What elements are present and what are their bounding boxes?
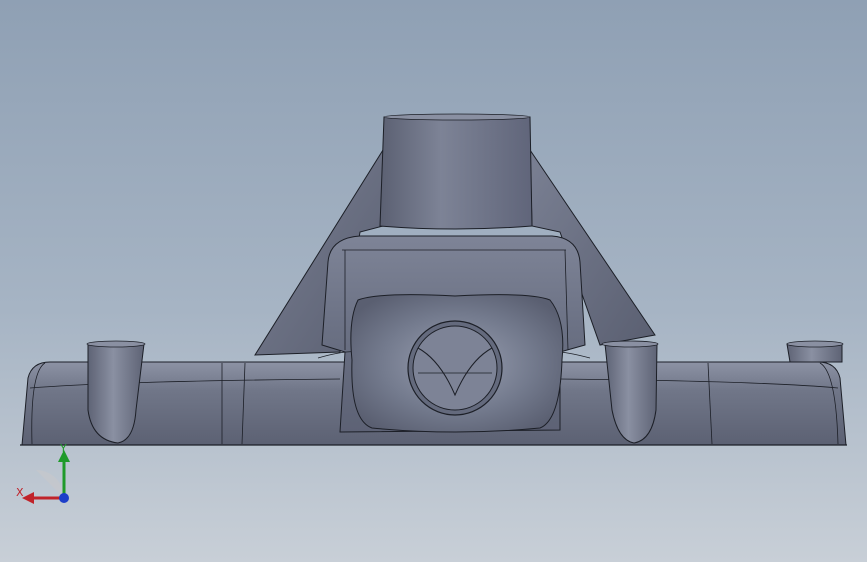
- y-axis-label: Y: [60, 442, 67, 455]
- graphics-viewport[interactable]: Y X: [0, 0, 867, 562]
- coordinate-triad: Y X: [12, 438, 78, 510]
- 3d-model-part[interactable]: [0, 0, 867, 562]
- triad-icon: [22, 450, 70, 504]
- top-cylinder: [379, 116, 533, 230]
- x-axis-label: X: [16, 486, 24, 499]
